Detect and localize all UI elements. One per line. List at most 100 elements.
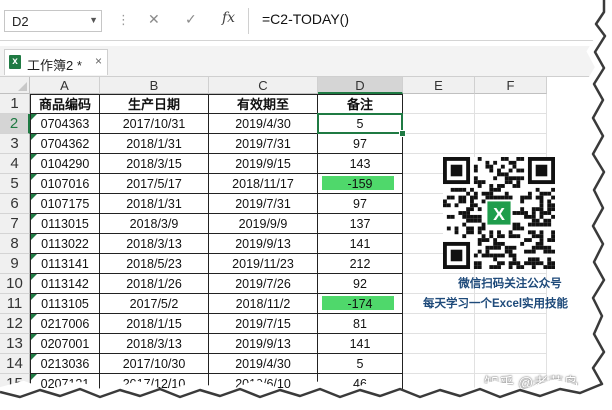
- cell-expiry-date[interactable]: 2018/11/2: [209, 294, 318, 314]
- column-title[interactable]: 商品编码: [30, 94, 100, 114]
- empty-cell[interactable]: [475, 134, 547, 154]
- row-header-14[interactable]: 14: [0, 354, 30, 374]
- empty-cell[interactable]: [403, 374, 475, 392]
- row-header-10[interactable]: 10: [0, 274, 30, 294]
- insert-function-icon[interactable]: fx: [222, 10, 235, 26]
- cell-code[interactable]: 0107175: [30, 194, 100, 214]
- column-header-b[interactable]: B: [100, 77, 209, 94]
- empty-cell[interactable]: [403, 134, 475, 154]
- cell-production-date[interactable]: 2018/1/26: [100, 274, 209, 294]
- cell-code[interactable]: 0107016: [30, 174, 100, 194]
- cell-expiry-date[interactable]: 2019/7/31: [209, 134, 318, 154]
- row-header-7[interactable]: 7: [0, 214, 30, 234]
- enter-icon[interactable]: ✓: [185, 11, 197, 28]
- cell-note[interactable]: 81: [318, 314, 403, 334]
- cell-note[interactable]: 137: [318, 214, 403, 234]
- cell-production-date[interactable]: 2017/10/30: [100, 354, 209, 374]
- cell-expiry-date[interactable]: 2019/7/26: [209, 274, 318, 294]
- column-header-f[interactable]: F: [475, 77, 547, 94]
- row-header-1[interactable]: 1: [0, 94, 30, 114]
- error-indicator-icon[interactable]: [31, 134, 37, 140]
- cell-code[interactable]: 0217006: [30, 314, 100, 334]
- cell-note[interactable]: 141: [318, 334, 403, 354]
- cell-code[interactable]: 0213036: [30, 354, 100, 374]
- cell-production-date[interactable]: 2017/10/31: [100, 114, 209, 134]
- row-header-5[interactable]: 5: [0, 174, 30, 194]
- fill-handle[interactable]: [399, 130, 406, 137]
- column-header-c[interactable]: C: [209, 77, 318, 94]
- cell-expiry-date[interactable]: 2019/4/30: [209, 114, 318, 134]
- row-header-6[interactable]: 6: [0, 194, 30, 214]
- cell-production-date[interactable]: 2018/5/23: [100, 254, 209, 274]
- empty-cell[interactable]: [475, 94, 547, 114]
- cell-code[interactable]: 0113022: [30, 234, 100, 254]
- error-indicator-icon[interactable]: [31, 314, 37, 320]
- empty-cell[interactable]: [403, 314, 475, 334]
- empty-cell[interactable]: [475, 334, 547, 354]
- name-box[interactable]: D2 ▼: [4, 10, 102, 32]
- empty-cell[interactable]: [403, 334, 475, 354]
- error-indicator-icon[interactable]: [31, 254, 37, 260]
- formula-input[interactable]: =C2-TODAY(): [262, 11, 349, 27]
- empty-cell[interactable]: [475, 314, 547, 334]
- row-header-9[interactable]: 9: [0, 254, 30, 274]
- cell-production-date[interactable]: 2018/3/9: [100, 214, 209, 234]
- cell-note[interactable]: 143: [318, 154, 403, 174]
- error-indicator-icon[interactable]: [31, 234, 37, 240]
- row-header-13[interactable]: 13: [0, 334, 30, 354]
- cell-production-date[interactable]: 2018/3/13: [100, 234, 209, 254]
- cancel-icon[interactable]: ✕: [148, 11, 160, 28]
- column-header-d[interactable]: D: [318, 77, 403, 94]
- cell-code[interactable]: 0113141: [30, 254, 100, 274]
- cell-production-date[interactable]: 2018/3/13: [100, 334, 209, 354]
- cell-expiry-date[interactable]: 2019/7/15: [209, 314, 318, 334]
- cell-code[interactable]: 0704362: [30, 134, 100, 154]
- row-header-12[interactable]: 12: [0, 314, 30, 334]
- cell-code[interactable]: 0207001: [30, 334, 100, 354]
- cell-note[interactable]: 46: [318, 374, 403, 392]
- column-title[interactable]: 有效期至: [209, 94, 318, 114]
- cell-production-date[interactable]: 2017/5/2: [100, 294, 209, 314]
- cell-expiry-date[interactable]: 2019/4/30: [209, 354, 318, 374]
- empty-cell[interactable]: [475, 354, 547, 374]
- row-header-4[interactable]: 4: [0, 154, 30, 174]
- workbook-tab[interactable]: x 工作簿2 * ×: [4, 49, 108, 75]
- column-title[interactable]: 备注: [318, 94, 403, 114]
- chevron-down-icon[interactable]: ▼: [89, 15, 98, 25]
- cell-expiry-date[interactable]: 2019/6/10: [209, 374, 318, 392]
- cell-expiry-date[interactable]: 2019/9/15: [209, 154, 318, 174]
- cell-note[interactable]: 141: [318, 234, 403, 254]
- error-indicator-icon[interactable]: [31, 274, 37, 280]
- error-indicator-icon[interactable]: [31, 374, 37, 380]
- cell-note[interactable]: 5: [318, 354, 403, 374]
- column-title[interactable]: 生产日期: [100, 94, 209, 114]
- formula-bar-grip[interactable]: ⋮: [117, 12, 130, 28]
- cell-code[interactable]: 0113105: [30, 294, 100, 314]
- cell-code[interactable]: 0207181: [30, 374, 100, 392]
- cell-expiry-date[interactable]: 2019/7/31: [209, 194, 318, 214]
- column-header-e[interactable]: E: [403, 77, 475, 94]
- cell-code[interactable]: 0704363: [30, 114, 100, 134]
- error-indicator-icon[interactable]: [31, 334, 37, 340]
- empty-cell[interactable]: [403, 354, 475, 374]
- error-indicator-icon[interactable]: [31, 154, 37, 160]
- empty-cell[interactable]: [403, 114, 475, 134]
- error-indicator-icon[interactable]: [31, 114, 37, 120]
- error-indicator-icon[interactable]: [31, 194, 37, 200]
- cell-note[interactable]: 92: [318, 274, 403, 294]
- column-header-a[interactable]: A: [30, 77, 100, 94]
- cell-expiry-date[interactable]: 2019/9/13: [209, 234, 318, 254]
- cell-production-date[interactable]: 2018/1/15: [100, 314, 209, 334]
- select-all-corner[interactable]: [0, 77, 30, 94]
- cell-expiry-date[interactable]: 2018/11/17: [209, 174, 318, 194]
- cell-code[interactable]: 0113142: [30, 274, 100, 294]
- cell-expiry-date[interactable]: 2019/9/9: [209, 214, 318, 234]
- cell-production-date[interactable]: 2018/3/15: [100, 154, 209, 174]
- close-icon[interactable]: ×: [95, 54, 102, 68]
- cell-note[interactable]: 212: [318, 254, 403, 274]
- row-header-8[interactable]: 8: [0, 234, 30, 254]
- cell-expiry-date[interactable]: 2019/9/13: [209, 334, 318, 354]
- cell-production-date[interactable]: 2018/1/31: [100, 194, 209, 214]
- cell-note[interactable]: -174: [318, 294, 403, 314]
- error-indicator-icon[interactable]: [31, 354, 37, 360]
